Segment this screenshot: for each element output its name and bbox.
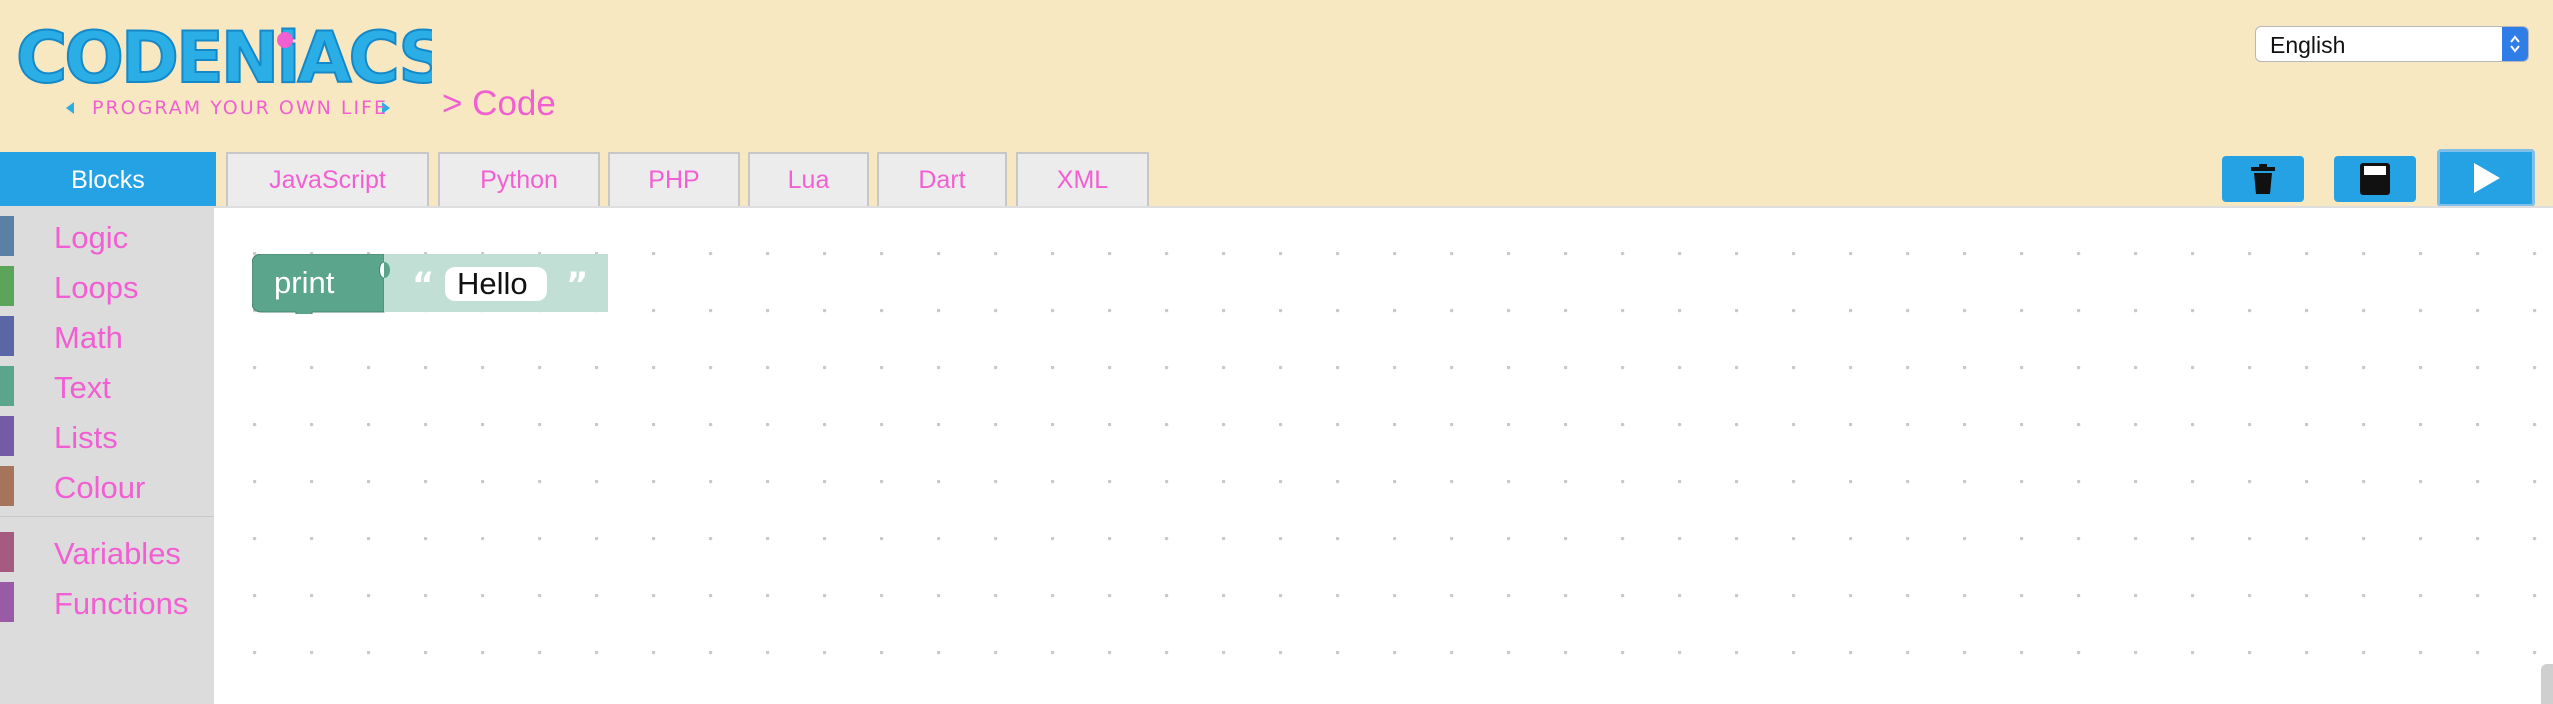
codeniacs-logo[interactable]: CODENiACS PROGRAM YOUR OWN LIFE bbox=[12, 18, 432, 118]
category-color-stripe bbox=[0, 366, 14, 406]
language-select[interactable]: English bbox=[2255, 26, 2529, 62]
save-button[interactable] bbox=[2334, 156, 2416, 202]
header: CODENiACS PROGRAM YOUR OWN LIFE > Code E… bbox=[0, 0, 2553, 150]
category-math[interactable]: Math bbox=[0, 316, 214, 356]
svg-text:PROGRAM YOUR OWN LIFE: PROGRAM YOUR OWN LIFE bbox=[92, 97, 388, 118]
category-label: Colour bbox=[54, 470, 146, 505]
trash-icon bbox=[2251, 164, 2275, 194]
blocks-workspace[interactable]: print “ Hello ” bbox=[214, 206, 2553, 704]
breadcrumb[interactable]: > Code bbox=[442, 84, 556, 124]
category-color-stripe bbox=[0, 532, 14, 572]
category-color-stripe bbox=[0, 266, 14, 306]
tab-dart[interactable]: Dart bbox=[877, 152, 1007, 206]
language-select-value: English bbox=[2270, 32, 2346, 58]
category-loops[interactable]: Loops bbox=[0, 266, 214, 306]
svg-text:CODENiACS: CODENiACS bbox=[16, 18, 432, 99]
category-color-stripe bbox=[0, 316, 14, 356]
code-tabs: Blocks JavaScript Python PHP Lua Dart XM… bbox=[0, 152, 1160, 206]
category-logic[interactable]: Logic bbox=[0, 216, 214, 256]
category-label: Logic bbox=[54, 220, 129, 255]
close-quote-icon: ” bbox=[566, 265, 588, 305]
toolbox: Logic Loops Math Text Lists Colour Varia… bbox=[0, 206, 214, 704]
print-keyword: print bbox=[274, 265, 335, 300]
category-label: Math bbox=[54, 320, 123, 355]
select-arrows-icon bbox=[2502, 27, 2528, 61]
open-quote-icon: “ bbox=[412, 265, 434, 305]
category-label: Variables bbox=[54, 536, 181, 571]
print-block[interactable]: print “ Hello ” bbox=[252, 254, 622, 314]
category-variables[interactable]: Variables bbox=[0, 532, 214, 572]
tab-xml[interactable]: XML bbox=[1016, 152, 1149, 206]
category-lists[interactable]: Lists bbox=[0, 416, 214, 456]
category-color-stripe bbox=[0, 416, 14, 456]
toolbox-separator bbox=[0, 516, 214, 517]
run-button[interactable] bbox=[2437, 149, 2535, 207]
string-value: Hello bbox=[457, 266, 528, 301]
category-color-stripe bbox=[0, 466, 14, 506]
tab-lua[interactable]: Lua bbox=[748, 152, 869, 206]
category-colour[interactable]: Colour bbox=[0, 466, 214, 506]
tab-php[interactable]: PHP bbox=[608, 152, 740, 206]
category-label: Functions bbox=[54, 586, 189, 621]
tab-python[interactable]: Python bbox=[438, 152, 600, 206]
trash-button[interactable] bbox=[2222, 156, 2304, 202]
category-label: Loops bbox=[54, 270, 139, 305]
save-icon bbox=[2360, 163, 2390, 195]
category-functions[interactable]: Functions bbox=[0, 582, 214, 622]
tab-blocks[interactable]: Blocks bbox=[0, 152, 216, 206]
play-icon bbox=[2474, 163, 2500, 193]
tab-javascript[interactable]: JavaScript bbox=[226, 152, 429, 206]
workspace-scrollbar[interactable] bbox=[2541, 664, 2553, 704]
category-label: Text bbox=[54, 370, 111, 405]
category-text[interactable]: Text bbox=[0, 366, 214, 406]
category-label: Lists bbox=[54, 420, 118, 455]
category-color-stripe bbox=[0, 582, 14, 622]
category-color-stripe bbox=[0, 216, 14, 256]
